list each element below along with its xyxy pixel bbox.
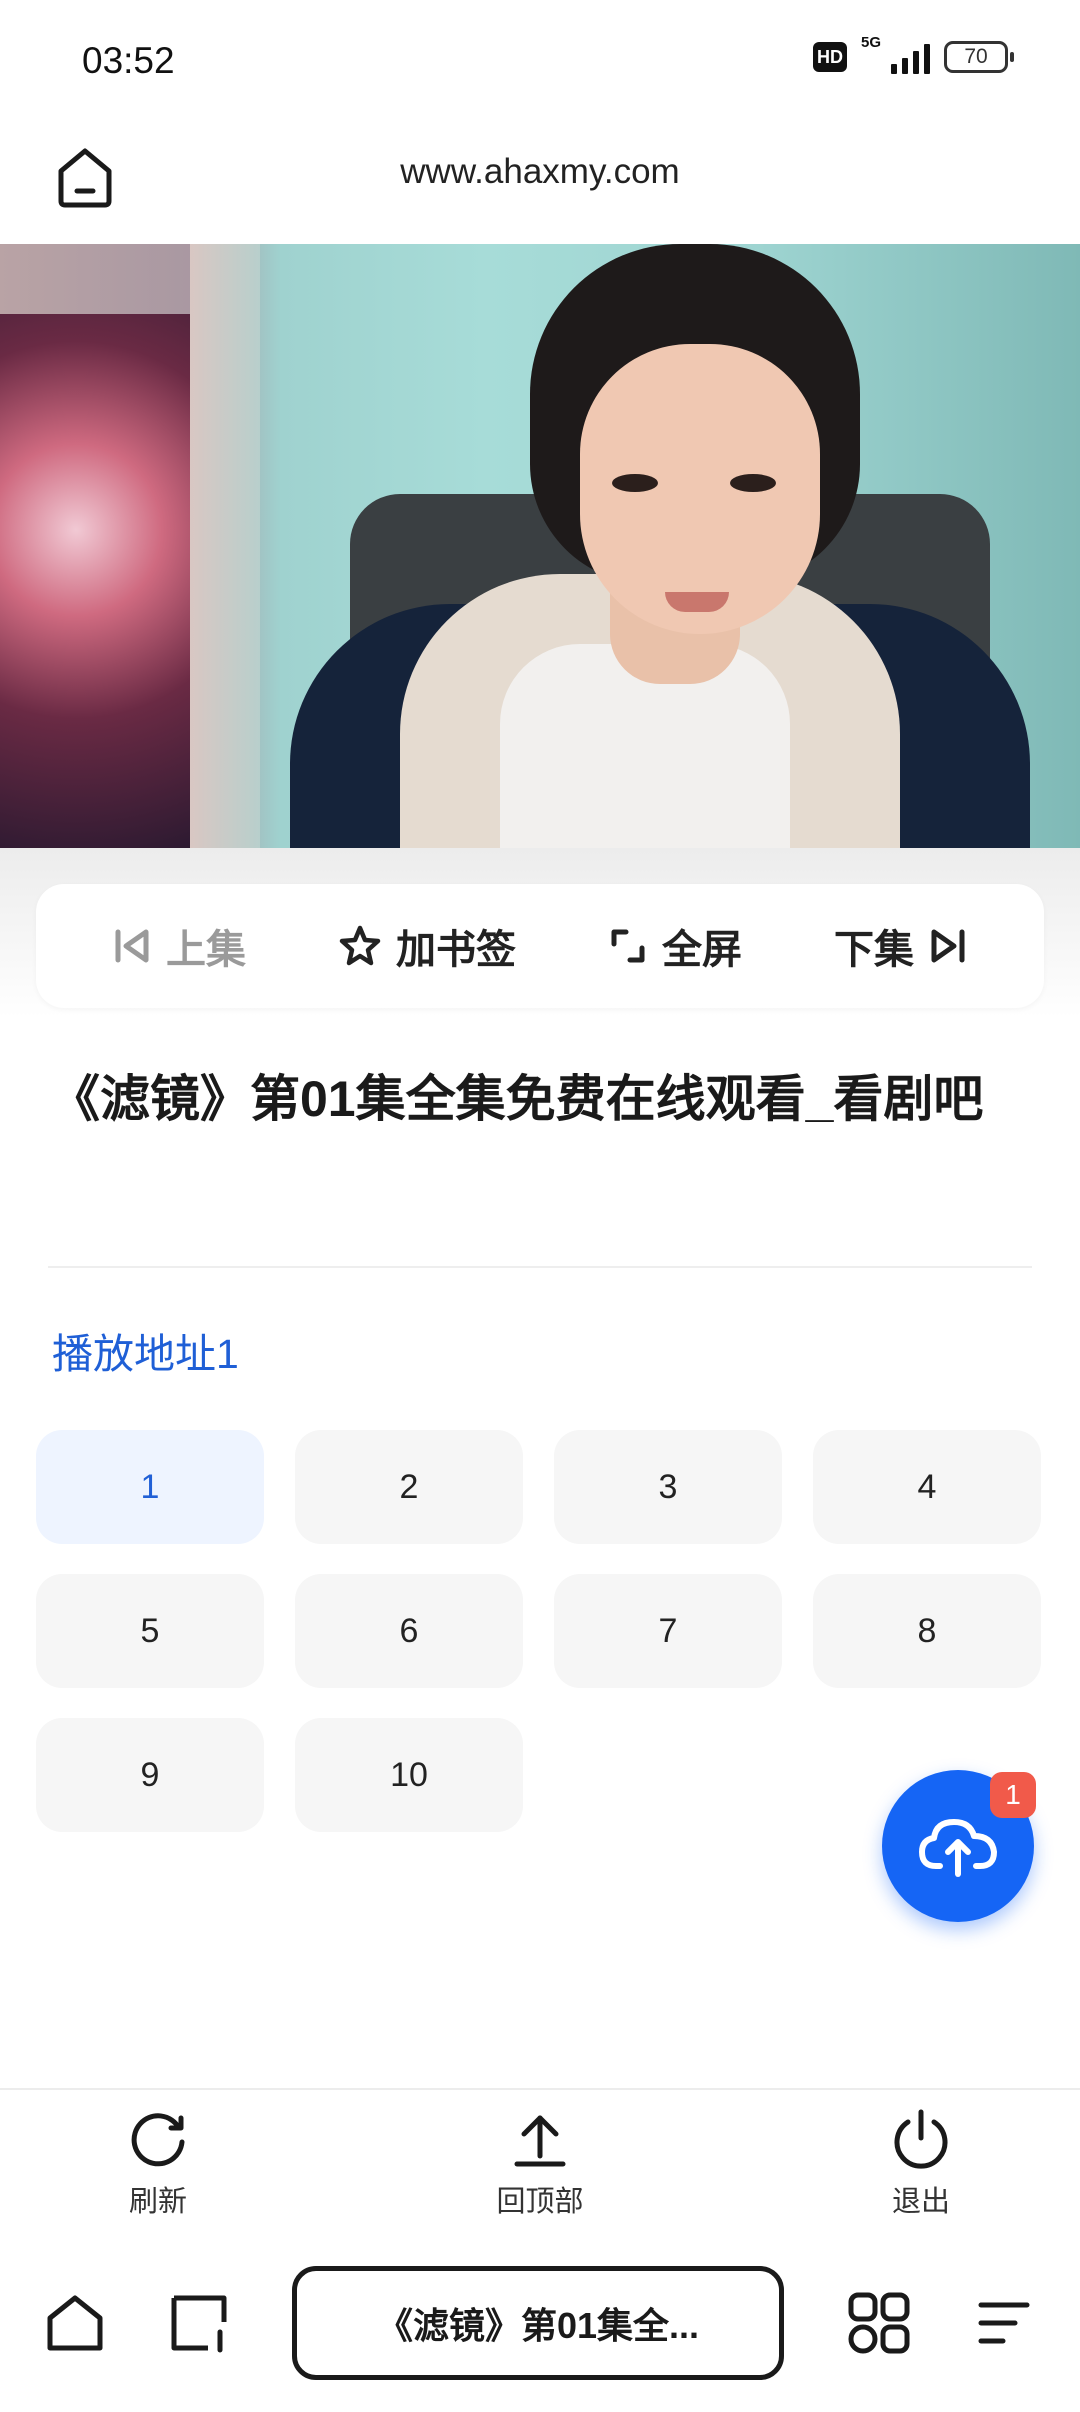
episode-button[interactable]: 10: [295, 1718, 523, 1832]
menu-button[interactable]: [968, 2288, 1038, 2358]
episode-button[interactable]: 9: [36, 1718, 264, 1832]
browser-header: www.ahaxmy.com: [0, 122, 1080, 244]
source-tab[interactable]: 播放地址1: [52, 1320, 239, 1380]
fullscreen-button[interactable]: 全屏: [608, 917, 742, 975]
star-icon: [339, 925, 381, 966]
episode-button[interactable]: 6: [295, 1574, 523, 1688]
next-episode-button[interactable]: 下集: [834, 917, 968, 975]
apps-button[interactable]: [844, 2288, 914, 2358]
back-to-top-button[interactable]: 回顶部: [450, 2108, 630, 2220]
menu-icon: [978, 2302, 1030, 2344]
bookmark-button[interactable]: 加书签: [338, 917, 516, 975]
refresh-icon: [131, 2113, 185, 2167]
action-bar: 刷新 回顶部 退出: [0, 2088, 1080, 2228]
notification-badge: 1: [990, 1772, 1036, 1818]
fullscreen-icon: [611, 929, 645, 963]
refresh-button[interactable]: 刷新: [68, 2108, 248, 2220]
page-title: 《滤镜》第01集全集免费在线观看_看剧吧: [50, 1071, 984, 1127]
episode-button[interactable]: 2: [295, 1430, 523, 1544]
status-bar: 03:52 HD 5G 70: [0, 0, 1080, 122]
prev-episode-label: 上集: [166, 928, 246, 972]
tabs-button[interactable]: [164, 2288, 234, 2358]
refresh-label: 刷新: [128, 2186, 187, 2218]
exit-button[interactable]: 退出: [831, 2108, 1011, 2220]
battery-icon: 70: [944, 41, 1014, 73]
episode-list: 1 2 3 4 5 6 7 8 9 10: [36, 1430, 1044, 1832]
hd-icon: HD: [813, 42, 847, 72]
battery-level: 70: [964, 45, 988, 68]
episode-button[interactable]: 3: [554, 1430, 782, 1544]
upload-button[interactable]: 1: [882, 1770, 1036, 1922]
network-type: 5G: [861, 34, 882, 51]
upload-arrow-icon: [514, 2115, 566, 2167]
divider: [48, 1266, 1032, 1268]
episode-button[interactable]: 5: [36, 1574, 264, 1688]
next-episode-label: 下集: [834, 928, 914, 972]
power-icon: [894, 2109, 948, 2169]
home-icon: [47, 2295, 103, 2351]
url-text[interactable]: www.ahaxmy.com: [0, 152, 1080, 192]
episode-button[interactable]: 7: [554, 1574, 782, 1688]
video-player[interactable]: [0, 244, 1080, 848]
status-icons: HD 5G 70: [813, 34, 1014, 74]
back-to-top-label: 回顶部: [496, 2186, 584, 2218]
prev-episode-button[interactable]: 上集: [112, 917, 246, 975]
exit-label: 退出: [891, 2186, 950, 2218]
browser-nav-bar: 《滤镜》第01集全...: [0, 2228, 1080, 2412]
cloud-upload-icon: [919, 1819, 997, 1877]
signal-icon: 5G: [861, 34, 930, 74]
bookmark-label: 加书签: [396, 928, 516, 972]
current-tab-pill[interactable]: 《滤镜》第01集全...: [292, 2266, 784, 2380]
skip-previous-icon: [115, 929, 149, 963]
tabs-icon: [171, 2295, 227, 2353]
status-time: 03:52: [82, 40, 175, 81]
grid-icon: [848, 2292, 910, 2354]
current-tab-title: 《滤镜》第01集全...: [376, 2305, 700, 2346]
controls-card: 上集 加书签 全屏 下集: [36, 884, 1044, 1008]
episode-button[interactable]: 1: [36, 1430, 264, 1544]
player-controls: 上集 加书签 全屏 下集: [0, 848, 1080, 1018]
episode-button[interactable]: 8: [813, 1574, 1041, 1688]
fullscreen-label: 全屏: [662, 928, 742, 972]
nav-home-button[interactable]: [40, 2288, 110, 2358]
skip-next-icon: [931, 929, 965, 963]
episode-button[interactable]: 4: [813, 1430, 1041, 1544]
